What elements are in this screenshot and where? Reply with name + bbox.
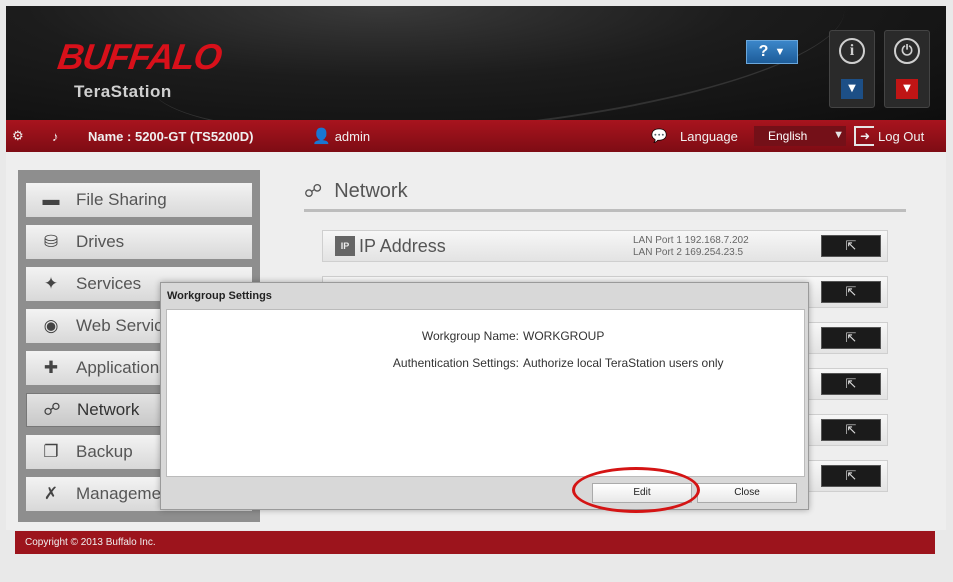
info-dropdown-button[interactable]: ▼ — [841, 79, 863, 99]
wrench-icon: ✗ — [43, 484, 59, 503]
logout-button[interactable]: ➜ Log Out — [854, 120, 924, 152]
device-name-label: Name : 5200-GT (TS5200D) — [88, 128, 254, 144]
row-title: IP Address — [359, 236, 446, 256]
ip-icon: IP — [335, 236, 355, 256]
language-value: English — [768, 129, 808, 143]
settings-row-ip-address: IP IP Address LAN Port 1 192.168.7.202 L… — [322, 230, 888, 262]
user-icon: 👤 — [312, 128, 331, 145]
chevron-down-icon: ▼ — [774, 46, 786, 58]
info-panel: i ▼ — [829, 30, 875, 108]
web-services-icon: ◉ — [43, 316, 59, 335]
help-button[interactable]: ? ▼ — [746, 40, 798, 64]
open-settings-button[interactable]: ⇱ — [821, 465, 881, 487]
top-toolbar: ⚙ ♪ Name : 5200-GT (TS5200D) 👤 admin 💬 L… — [6, 120, 946, 152]
annotation-highlight-ellipse — [572, 467, 700, 513]
row-detail-lan2: LAN Port 2 169.254.23.5 — [633, 247, 744, 258]
network-icon: ☍ — [43, 400, 61, 419]
network-icon: ☍ — [304, 181, 323, 201]
page-title-text: Network — [334, 180, 408, 202]
buffalo-logo: BUFFALO — [55, 36, 224, 77]
authentication-label: Authentication Settings: — [392, 356, 519, 370]
workgroup-name-line: Workgroup Name: WORKGROUP — [167, 329, 804, 343]
sidebar-item-label: Applications — [76, 358, 168, 377]
applications-icon: ✚ — [43, 358, 59, 377]
sidebar-item-label: Backup — [76, 442, 133, 461]
power-panel: ⏻ ▼ — [884, 30, 930, 108]
sidebar-item-drives[interactable]: ⛁ Drives — [26, 225, 252, 259]
backup-icon: ❐ — [43, 442, 59, 461]
chevron-down-icon: ▼ — [833, 129, 844, 141]
product-name: TeraStation — [74, 82, 172, 101]
logout-label: Log Out — [878, 128, 925, 144]
authentication-value: Authorize local TeraStation users only — [523, 356, 724, 370]
sidebar-item-label: Network — [77, 400, 140, 419]
drive-icon: ⛁ — [43, 232, 59, 251]
open-settings-button[interactable]: ⇱ — [821, 327, 881, 349]
sidebar-item-label: Drives — [76, 232, 125, 251]
open-settings-button[interactable]: ⇱ — [821, 373, 881, 395]
services-icon: ✦ — [43, 274, 59, 293]
language-label: Language — [680, 128, 738, 144]
current-user: 👤 admin — [312, 120, 370, 152]
workgroup-name-label: Workgroup Name: — [421, 329, 519, 343]
app-header: BUFFALO TeraStation ? ▼ i ▼ ⏻ ▼ — [6, 6, 946, 120]
sidebar-item-file-sharing[interactable]: ▬ File Sharing — [26, 183, 252, 217]
music-note-icon[interactable]: ♪ — [52, 120, 59, 152]
authentication-line: Authentication Settings: Authorize local… — [167, 356, 804, 370]
open-settings-button[interactable]: ⇱ — [821, 419, 881, 441]
gear-icon[interactable]: ⚙ — [12, 120, 24, 152]
page-title: ☍ Network — [304, 180, 408, 203]
close-button[interactable]: Close — [697, 483, 797, 503]
info-icon[interactable]: i — [839, 38, 865, 64]
footer: Copyright © 2013 Buffalo Inc. — [15, 531, 935, 554]
open-settings-button[interactable]: ⇱ — [821, 235, 881, 257]
power-icon[interactable]: ⏻ — [894, 38, 920, 64]
dialog-title: Workgroup Settings — [167, 290, 272, 302]
row-detail-lan1: LAN Port 1 192.168.7.202 — [633, 235, 749, 246]
workgroup-settings-dialog: Workgroup Settings Workgroup Name: WORKG… — [160, 282, 809, 510]
dialog-body: Workgroup Name: WORKGROUP Authentication… — [166, 309, 805, 477]
logout-icon: ➜ — [854, 126, 874, 146]
username-label: admin — [334, 128, 371, 144]
workgroup-name-value: WORKGROUP — [523, 329, 605, 343]
help-icon: ? — [758, 43, 769, 60]
folder-icon: ▬ — [42, 190, 60, 209]
title-divider — [304, 209, 906, 212]
language-icon: 💬 — [651, 128, 668, 143]
sidebar-item-label: Services — [76, 274, 142, 293]
sidebar-item-label: File Sharing — [76, 190, 167, 209]
language-select[interactable]: English ▼ — [754, 126, 846, 146]
power-dropdown-button[interactable]: ▼ — [896, 79, 918, 99]
open-settings-button[interactable]: ⇱ — [821, 281, 881, 303]
